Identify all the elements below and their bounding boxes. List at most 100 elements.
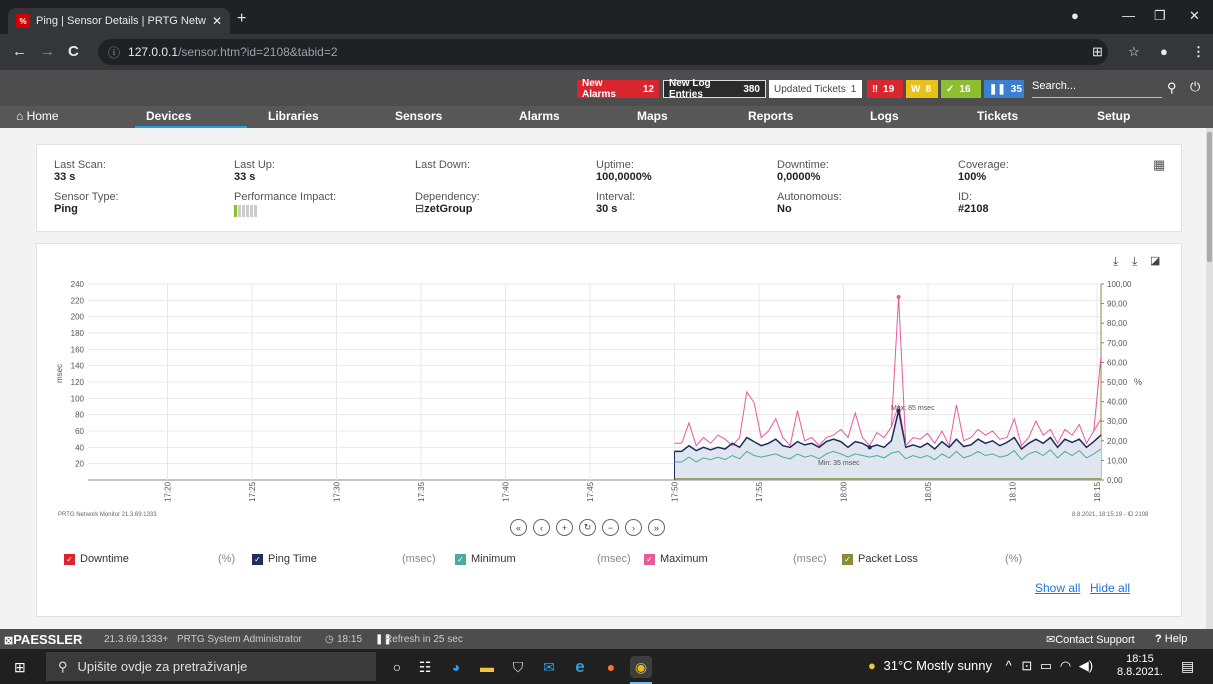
legend-item[interactable]: ✓ Downtime (64, 553, 129, 565)
min-marker (867, 445, 872, 450)
footer-time: 18:15 (337, 634, 363, 645)
x-tick-label: 18:05 (924, 481, 933, 502)
y-right-tick-label: 20,00 (1107, 437, 1128, 446)
system-tray: ● 31°C Mostly sunny ^ ⊡ ▭ ◠ ◀) (868, 658, 1093, 674)
x-tick-label: 17:50 (671, 481, 680, 502)
legend-label: Maximum (660, 553, 708, 565)
y-axis-label: msec (55, 364, 64, 383)
legend-label: Minimum (471, 553, 516, 565)
y-tick-label: 240 (71, 280, 85, 289)
zoom-last-button[interactable]: » (648, 519, 665, 536)
help-link[interactable]: ? Help (1155, 633, 1187, 645)
volume-icon[interactable]: ◀) (1079, 658, 1093, 673)
y-axis-right-label: % (1134, 377, 1142, 387)
file-explorer-icon[interactable]: ▬ (476, 656, 498, 678)
legend-checkbox-icon[interactable]: ✓ (644, 553, 655, 565)
y-right-tick-label: 100,00 (1107, 280, 1132, 289)
y-tick-label: 100 (71, 394, 85, 403)
chart-footer-left: PRTG Network Monitor 21.3.69.1333 (58, 512, 157, 518)
min-annotation: Min: 35 msec (818, 460, 860, 467)
legend-unit: (msec) (597, 553, 631, 565)
edge-icon[interactable]: ◕ (445, 656, 467, 678)
x-tick-label: 17:40 (502, 481, 511, 502)
ping-chart: 20 40 60 80 100 120 140 160 180 200 220 240 0,00 10,… (55, 280, 1149, 518)
y-tick-label: 200 (71, 313, 85, 322)
zoom-first-button[interactable]: « (510, 519, 527, 536)
clock-icon: ◷ (325, 634, 334, 645)
y-tick-label: 60 (75, 427, 84, 436)
x-tick-label: 17:35 (417, 481, 426, 502)
y-right-tick-label: 60,00 (1107, 358, 1128, 367)
hide-all-link[interactable]: Hide all (1090, 581, 1130, 595)
paessler-logo-icon: ⊠ (4, 635, 14, 647)
internet-explorer-icon[interactable]: e (569, 656, 591, 678)
legend-checkbox-icon[interactable]: ✓ (64, 553, 75, 565)
zoom-back-button[interactable]: ‹ (533, 519, 550, 536)
y-right-tick-label: 30,00 (1107, 417, 1128, 426)
legend-label: Ping Time (268, 553, 317, 565)
legend-checkbox-icon[interactable]: ✓ (252, 553, 263, 565)
chevron-up-icon[interactable]: ^ (1006, 658, 1012, 673)
legend-item[interactable]: ✓ Ping Time (252, 553, 317, 565)
legend-item[interactable]: ✓ Minimum (455, 553, 516, 565)
y-right-tick-label: 10,00 (1107, 456, 1128, 465)
y-tick-label: 120 (71, 378, 85, 387)
legend-item[interactable]: ✓ Maximum (644, 553, 708, 565)
legend-unit: (msec) (793, 553, 827, 565)
zoom-in-button[interactable]: + (556, 519, 573, 536)
ping-area (674, 410, 1101, 480)
x-tick-label: 18:00 (840, 481, 849, 502)
x-tick-label: 17:55 (755, 481, 764, 502)
y-tick-label: 140 (71, 362, 85, 371)
battery-icon[interactable]: ▭ (1040, 658, 1052, 673)
weather-text[interactable]: 31°C Mostly sunny (883, 658, 992, 673)
y-tick-label: 180 (71, 329, 85, 338)
notifications-icon[interactable]: ▤ (1181, 658, 1194, 675)
windows-taskbar: ⊞ ⚲ Upišite ovdje za pretraživanje ○ ☷ ◕… (0, 649, 1213, 684)
zoom-out-button[interactable]: − (602, 519, 619, 536)
contact-support-link[interactable]: ✉Contact Support (1046, 633, 1135, 646)
y-right-tick-label: 80,00 (1107, 319, 1128, 328)
x-tick-label: 17:30 (333, 481, 342, 502)
y-tick-label: 40 (75, 443, 84, 452)
legend-unit: (%) (218, 553, 236, 565)
legend-unit: (msec) (402, 553, 436, 565)
chart-footer-right: 8.8.2021, 18:15:19 - ID 2108 (1072, 512, 1149, 518)
x-tick-label: 18:10 (1009, 481, 1018, 502)
zoom-reset-button[interactable]: ↻ (579, 519, 596, 536)
y-right-tick-label: 0,00 (1107, 476, 1123, 485)
network-icon[interactable]: ⊡ (1021, 658, 1032, 673)
x-tick-label: 17:25 (248, 481, 257, 502)
prtg-footer: ⊠PAESSLER 21.3.69.1333+ PRTG System Admi… (0, 629, 1213, 649)
x-tick-label: 18:15 (1093, 481, 1102, 502)
y-tick-label: 160 (71, 345, 85, 354)
footer-refresh[interactable]: Refresh in 25 sec (385, 634, 463, 645)
legend-label: Downtime (80, 553, 129, 565)
legend-checkbox-icon[interactable]: ✓ (455, 553, 466, 565)
y-tick-label: 20 (75, 460, 84, 469)
max-annotation: Max: 85 msec (891, 405, 935, 412)
task-view-icon[interactable]: ☷ (414, 656, 436, 678)
y-right-tick-label: 50,00 (1107, 378, 1128, 387)
paessler-logo[interactable]: ⊠PAESSLER (4, 632, 82, 647)
footer-version: 21.3.69.1333+ (104, 634, 169, 645)
windows-start-icon[interactable]: ⊞ (14, 659, 26, 676)
chrome-icon[interactable]: ◉ (630, 656, 652, 678)
x-tick-label: 17:20 (164, 481, 173, 502)
legend-label: Packet Loss (858, 553, 918, 565)
weather-icon[interactable]: ● (868, 658, 876, 673)
show-all-link[interactable]: Show all (1035, 581, 1080, 595)
firefox-icon[interactable]: ● (600, 656, 622, 678)
search-icon: ⚲ (58, 658, 68, 674)
mail-app-icon[interactable]: ✉ (538, 656, 560, 678)
footer-user[interactable]: PRTG System Administrator (177, 634, 302, 645)
legend-checkbox-icon[interactable]: ✓ (842, 553, 853, 565)
cortana-icon[interactable]: ○ (386, 656, 408, 678)
taskbar-clock[interactable]: 18:15 8.8.2021. (1117, 653, 1163, 679)
legend-item[interactable]: ✓ Packet Loss (842, 553, 918, 565)
wifi-icon[interactable]: ◠ (1060, 658, 1071, 673)
taskbar-search-input[interactable]: ⚲ Upišite ovdje za pretraživanje (46, 652, 376, 681)
y-right-tick-label: 70,00 (1107, 339, 1128, 348)
store-icon[interactable]: ⛉ (507, 656, 529, 678)
zoom-forward-button[interactable]: › (625, 519, 642, 536)
